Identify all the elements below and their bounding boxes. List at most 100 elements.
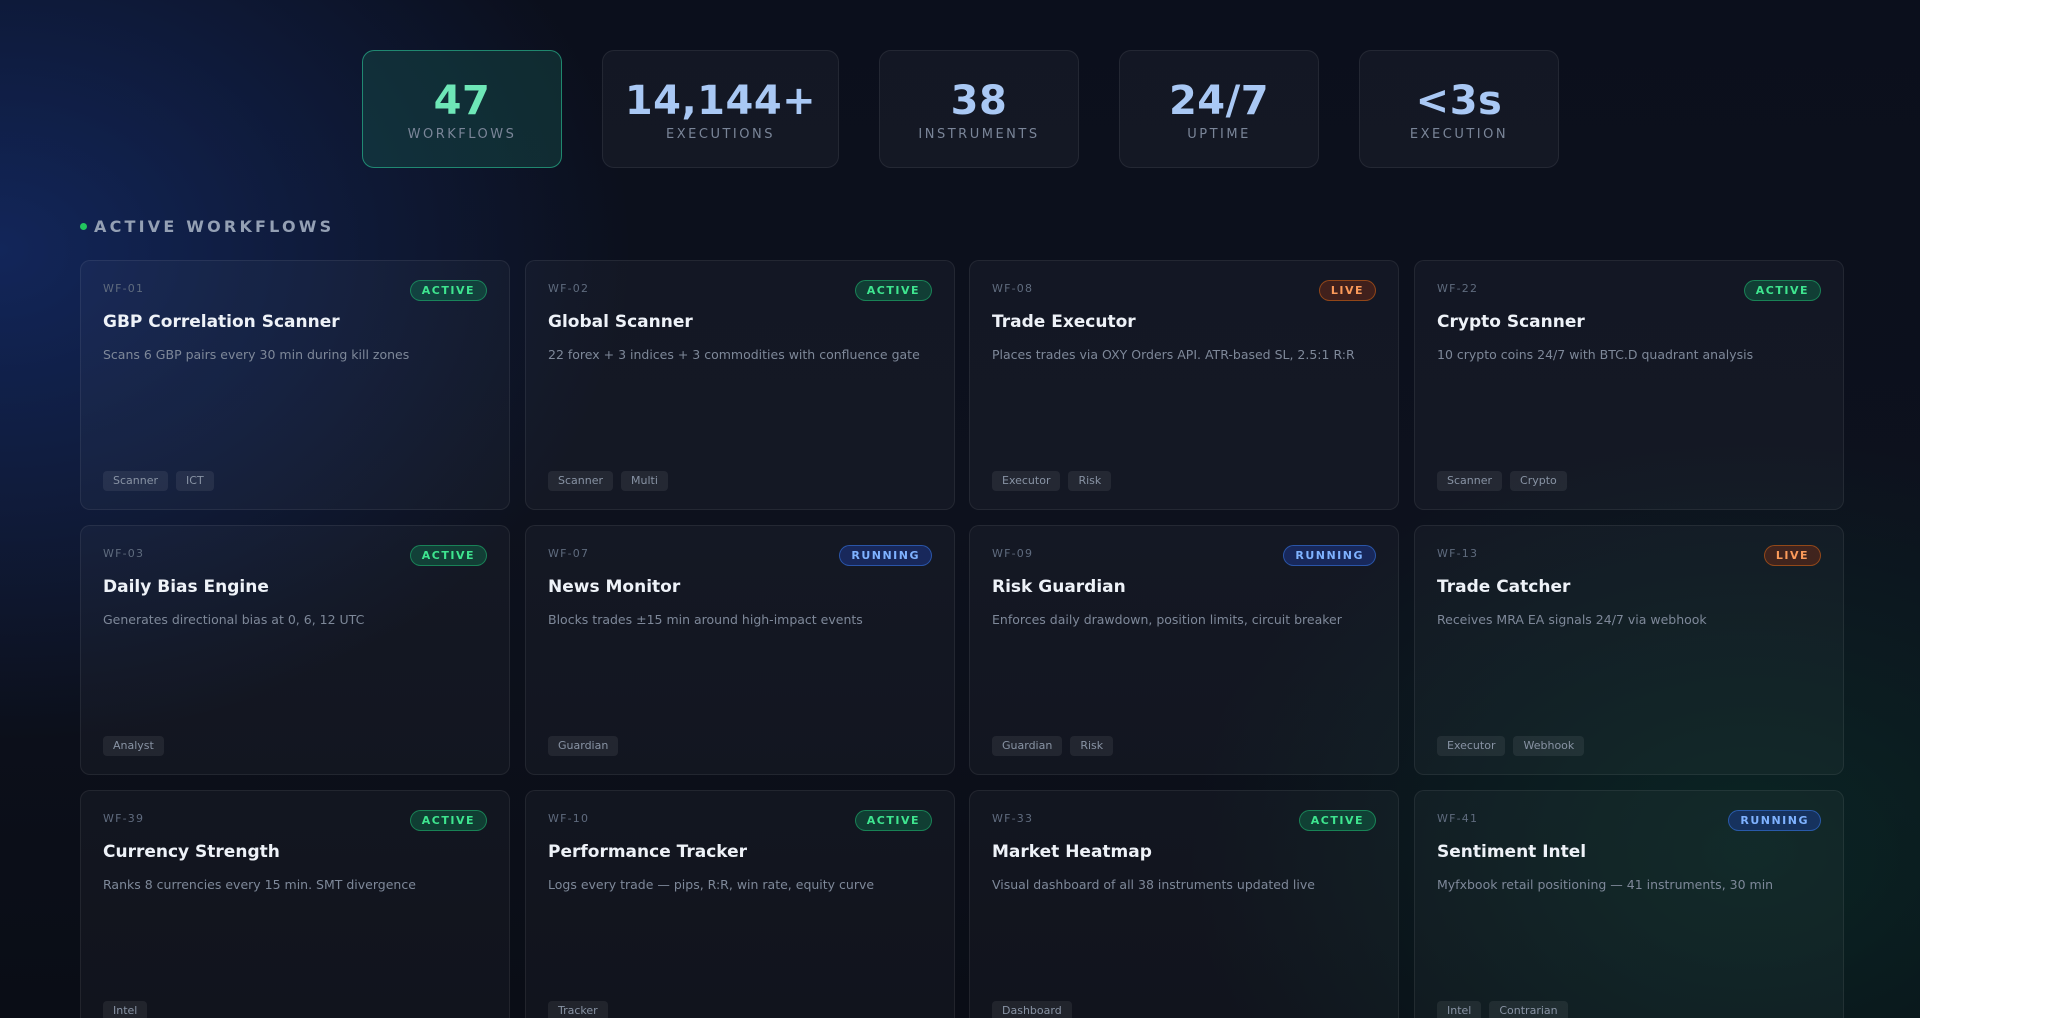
tag-list: Intel [103,1001,148,1018]
workflow-card[interactable]: WF-02 ACTIVE Global Scanner 22 forex + 3… [525,260,955,510]
workflow-id: WF-10 [548,812,590,825]
tag-list: Scanner Multi [548,471,668,491]
workflow-title: Risk Guardian [992,577,1126,597]
status-badge: ACTIVE [409,280,487,301]
tag: Tracker [548,1001,608,1018]
tag: Dashboard [992,1001,1072,1018]
workflow-description: 22 forex + 3 indices + 3 commodities wit… [548,347,920,362]
tag: Guardian [548,736,619,756]
workflow-title: GBP Correlation Scanner [103,312,340,332]
workflow-title: News Monitor [548,577,681,597]
workflow-description: Blocks trades ±15 min around high-impact… [548,612,863,627]
tag: Crypto [1510,471,1567,491]
workflow-id: WF-08 [992,282,1034,295]
tag-list: Scanner ICT [103,471,214,491]
tag: Intel [1437,1001,1482,1018]
stat-value: 24/7 [1168,78,1270,124]
stat-label: WORKFLOWS [407,127,517,142]
workflow-id: WF-39 [103,812,145,825]
tag-list: Executor Risk [992,471,1112,491]
tag-list: Guardian [548,736,619,756]
tag-list: Intel Contrarian [1437,1001,1568,1018]
tag: Executor [1437,736,1506,756]
workflow-title: Performance Tracker [548,842,748,862]
workflow-description: Receives MRA EA signals 24/7 via webhook [1437,612,1707,627]
tag: Scanner [103,471,169,491]
workflow-description: Logs every trade — pips, R:R, win rate, … [548,877,875,892]
status-badge: RUNNING [839,545,932,566]
stat-label: EXECUTIONS [666,127,775,142]
stat-workflows: 47 WORKFLOWS [362,50,562,168]
status-badge: RUNNING [1283,545,1376,566]
tag-list: Tracker [548,1001,608,1018]
workflow-title: Market Heatmap [992,842,1152,862]
tag: Scanner [548,471,614,491]
tag: Webhook [1513,736,1585,756]
workflow-card[interactable]: WF-39 ACTIVE Currency Strength Ranks 8 c… [80,790,510,1018]
tag: Multi [621,471,668,491]
workflow-card[interactable]: WF-10 ACTIVE Performance Tracker Logs ev… [525,790,955,1018]
workflow-description: Myfxbook retail positioning — 41 instrum… [1437,877,1774,892]
workflow-id: WF-41 [1437,812,1479,825]
workflow-title: Trade Executor [992,312,1136,332]
workflow-title: Sentiment Intel [1437,842,1587,862]
section-title: ACTIVE WORKFLOWS [94,217,335,236]
workflow-description: Generates directional bias at 0, 6, 12 U… [103,612,365,627]
workflow-id: WF-07 [548,547,590,560]
stat-value: 14,144+ [624,78,817,124]
stat-value: <3s [1415,78,1503,124]
stat-label: UPTIME [1187,127,1251,142]
status-badge: ACTIVE [854,280,932,301]
tag: Risk [1070,736,1114,756]
status-badge: RUNNING [1728,810,1821,831]
workflow-title: Currency Strength [103,842,280,862]
status-badge: ACTIVE [854,810,932,831]
workflow-card[interactable]: WF-07 RUNNING News Monitor Blocks trades… [525,525,955,775]
workflow-id: WF-02 [548,282,590,295]
workflow-description: 10 crypto coins 24/7 with BTC.D quadrant… [1437,347,1754,362]
tag: Scanner [1437,471,1503,491]
workflow-id: WF-03 [103,547,145,560]
workflow-title: Crypto Scanner [1437,312,1585,332]
tag-list: Guardian Risk [992,736,1114,756]
stat-executions: 14,144+ EXECUTIONS [602,50,839,168]
stat-value: 47 [433,78,491,124]
tag-list: Executor Webhook [1437,736,1585,756]
tag-list: Scanner Crypto [1437,471,1567,491]
tag: Analyst [103,736,164,756]
workflow-description: Ranks 8 currencies every 15 min. SMT div… [103,877,416,892]
workflow-id: WF-33 [992,812,1034,825]
stat-uptime: 24/7 UPTIME [1119,50,1319,168]
status-badge: ACTIVE [1298,810,1376,831]
workflow-card[interactable]: WF-33 ACTIVE Market Heatmap Visual dashb… [969,790,1399,1018]
section-header: ACTIVE WORKFLOWS [80,217,334,236]
status-badge: ACTIVE [1743,280,1821,301]
workflow-card[interactable]: WF-09 RUNNING Risk Guardian Enforces dai… [969,525,1399,775]
workflow-card[interactable]: WF-08 LIVE Trade Executor Places trades … [969,260,1399,510]
stat-label: INSTRUMENTS [918,127,1040,142]
tag: Executor [992,471,1061,491]
tag: Risk [1068,471,1112,491]
tag: ICT [176,471,214,491]
workflow-title: Global Scanner [548,312,693,332]
workflow-card[interactable]: WF-41 RUNNING Sentiment Intel Myfxbook r… [1414,790,1844,1018]
tag: Contrarian [1489,1001,1568,1018]
tag-list: Dashboard [992,1001,1072,1018]
workflow-description: Scans 6 GBP pairs every 30 min during ki… [103,347,410,362]
status-badge: LIVE [1763,545,1821,566]
workflow-description: Enforces daily drawdown, position limits… [992,612,1342,627]
dashboard: 47 WORKFLOWS 14,144+ EXECUTIONS 38 INSTR… [0,0,1920,1018]
workflow-id: WF-01 [103,282,145,295]
workflow-card[interactable]: WF-03 ACTIVE Daily Bias Engine Generates… [80,525,510,775]
workflow-card[interactable]: WF-13 LIVE Trade Catcher Receives MRA EA… [1414,525,1844,775]
workflow-id: WF-09 [992,547,1034,560]
tag-list: Analyst [103,736,164,756]
stat-instruments: 38 INSTRUMENTS [879,50,1079,168]
tag: Guardian [992,736,1063,756]
tag: Intel [103,1001,148,1018]
stat-execution-speed: <3s EXECUTION [1359,50,1559,168]
workflow-card[interactable]: WF-01 ACTIVE GBP Correlation Scanner Sca… [80,260,510,510]
status-badge: LIVE [1318,280,1376,301]
status-badge: ACTIVE [409,810,487,831]
workflow-card[interactable]: WF-22 ACTIVE Crypto Scanner 10 crypto co… [1414,260,1844,510]
